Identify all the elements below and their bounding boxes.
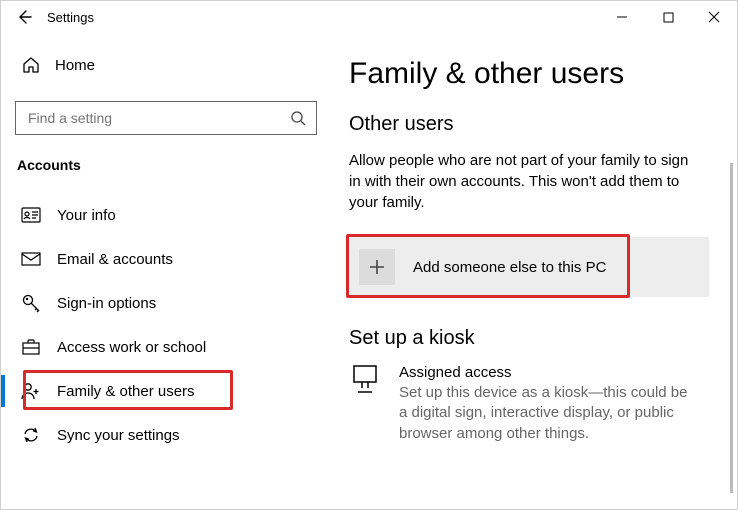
home-nav[interactable]: Home: [15, 47, 317, 83]
sidebar-item-label: Family & other users: [57, 383, 195, 400]
assigned-access-item[interactable]: Assigned access Set up this device as a …: [349, 364, 709, 444]
sync-icon: [21, 425, 41, 445]
sidebar-item-label: Sync your settings: [57, 427, 180, 444]
maximize-button[interactable]: [645, 1, 691, 33]
close-icon: [708, 11, 720, 23]
add-someone-label: Add someone else to this PC: [413, 259, 606, 276]
sidebar-item-label: Access work or school: [57, 339, 206, 356]
mail-icon: [21, 249, 41, 269]
arrow-left-icon: [16, 9, 32, 25]
sidebar-item-access-work-school[interactable]: Access work or school: [15, 325, 317, 369]
sidebar-item-label: Email & accounts: [57, 251, 173, 268]
assigned-access-description: Set up this device as a kiosk—this could…: [399, 383, 699, 444]
sidebar-item-label: Your info: [57, 207, 116, 224]
kiosk-icon: [349, 364, 381, 394]
people-plus-icon: [21, 381, 41, 401]
key-icon: [21, 293, 41, 313]
search-input[interactable]: [26, 109, 290, 127]
assigned-access-title: Assigned access: [399, 364, 699, 381]
page-title: Family & other users: [349, 57, 709, 91]
home-icon: [21, 55, 41, 75]
titlebar: Settings: [1, 1, 737, 33]
close-button[interactable]: [691, 1, 737, 33]
briefcase-icon: [21, 337, 41, 357]
search-box[interactable]: [15, 101, 317, 135]
main-panel: Family & other users Other users Allow p…: [331, 33, 737, 511]
sidebar: Home Accounts Your info Email & accounts: [1, 33, 331, 511]
sidebar-item-label: Sign-in options: [57, 295, 156, 312]
minimize-button[interactable]: [599, 1, 645, 33]
maximize-icon: [663, 12, 674, 23]
minimize-icon: [616, 11, 628, 23]
home-label: Home: [55, 57, 95, 74]
kiosk-heading: Set up a kiosk: [349, 327, 709, 350]
search-icon: [290, 110, 306, 126]
add-someone-button[interactable]: Add someone else to this PC: [349, 237, 709, 297]
other-users-description: Allow people who are not part of your fa…: [349, 150, 689, 213]
sidebar-section-heading: Accounts: [15, 157, 317, 173]
plus-icon: [359, 249, 395, 285]
sidebar-item-signin-options[interactable]: Sign-in options: [15, 281, 317, 325]
scrollbar[interactable]: [730, 163, 733, 493]
other-users-heading: Other users: [349, 113, 709, 136]
sidebar-item-family-other-users[interactable]: Family & other users: [15, 369, 317, 413]
badge-icon: [21, 205, 41, 225]
sidebar-item-email-accounts[interactable]: Email & accounts: [15, 237, 317, 281]
sidebar-item-your-info[interactable]: Your info: [15, 193, 317, 237]
window-title: Settings: [41, 10, 94, 25]
back-button[interactable]: [7, 1, 41, 33]
sidebar-item-sync-settings[interactable]: Sync your settings: [15, 413, 317, 457]
